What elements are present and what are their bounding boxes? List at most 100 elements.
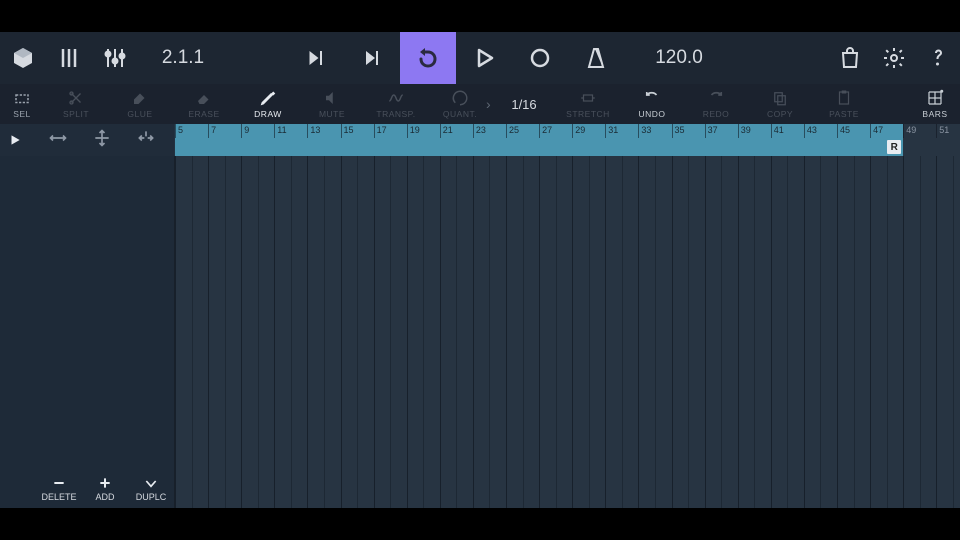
play-icon xyxy=(472,46,496,70)
ruler-tick: 23 xyxy=(473,124,486,138)
record-icon xyxy=(528,46,552,70)
vertical-move-button[interactable] xyxy=(92,128,112,153)
edit-tools xyxy=(30,128,174,153)
tool-redo[interactable]: REDO xyxy=(684,84,748,124)
track-panel: DELETE ADD DUPLC xyxy=(0,124,174,508)
ruler-tick: 45 xyxy=(837,124,850,138)
tool-transpose[interactable]: TRANSP. xyxy=(364,84,428,124)
tool-select-label: SEL xyxy=(13,109,31,119)
fx-button[interactable] xyxy=(92,32,138,84)
delete-track-button[interactable]: DELETE xyxy=(36,475,82,502)
snap-display[interactable]: › 1/16 xyxy=(492,84,556,124)
tempo-display[interactable]: 120.0 xyxy=(624,47,734,69)
ruler-tick: 51 xyxy=(936,124,949,138)
snap-value: 1/16 xyxy=(511,97,536,112)
tool-draw-label: DRAW xyxy=(254,109,282,119)
delete-label: DELETE xyxy=(41,492,76,502)
main-area: DELETE ADD DUPLC 57911131517192123252729… xyxy=(0,124,960,508)
ruler-tick: 49 xyxy=(903,124,916,138)
arrangement-grid[interactable] xyxy=(174,156,960,508)
tool-paste[interactable]: PASTE xyxy=(812,84,876,124)
track-list[interactable] xyxy=(0,156,174,468)
quantize-icon xyxy=(451,89,469,107)
glue-icon xyxy=(131,89,149,107)
play-small-icon xyxy=(8,133,22,147)
home-button[interactable] xyxy=(0,32,46,84)
ruler-tick: 41 xyxy=(771,124,784,138)
tool-mute[interactable]: MUTE xyxy=(300,84,364,124)
arrows-h-icon xyxy=(48,128,68,148)
gear-icon xyxy=(882,46,906,70)
ruler-tick: 25 xyxy=(506,124,519,138)
skip-end-button[interactable] xyxy=(344,32,400,84)
ruler-tick: 27 xyxy=(539,124,552,138)
duplicate-track-button[interactable]: DUPLC xyxy=(128,475,174,502)
settings-button[interactable] xyxy=(872,32,916,84)
tool-split-label: SPLIT xyxy=(63,109,89,119)
position-display[interactable]: 2.1.1 xyxy=(138,47,228,69)
tool-redo-label: REDO xyxy=(703,109,730,119)
skip-start-button[interactable] xyxy=(288,32,344,84)
tool-copy-label: COPY xyxy=(767,109,793,119)
tool-split[interactable]: SPLIT xyxy=(44,84,108,124)
tool-select[interactable]: SEL xyxy=(0,84,44,124)
timeline-ruler[interactable]: 5791113151719212325272931333537394143454… xyxy=(174,124,960,138)
loop-icon xyxy=(416,46,440,70)
top-bar: 2.1.1 120.0 xyxy=(0,32,960,84)
add-track-button[interactable]: ADD xyxy=(82,475,128,502)
tool-bars[interactable]: BARS xyxy=(910,84,960,124)
ruler-tick: 33 xyxy=(638,124,651,138)
help-button[interactable] xyxy=(916,32,960,84)
minus-icon xyxy=(51,475,67,491)
stretch-icon xyxy=(579,89,597,107)
metronome-icon xyxy=(584,46,608,70)
tool-copy[interactable]: COPY xyxy=(748,84,812,124)
tool-mute-label: MUTE xyxy=(319,109,345,119)
arrows-v-icon xyxy=(92,128,112,148)
mixer-icon xyxy=(57,46,81,70)
record-button[interactable] xyxy=(512,32,568,84)
play-button[interactable] xyxy=(456,32,512,84)
tool-draw[interactable]: DRAW xyxy=(236,84,300,124)
copy-icon xyxy=(771,89,789,107)
ruler-tick: 17 xyxy=(374,124,387,138)
hexagon-icon xyxy=(11,46,35,70)
ruler-tick: 15 xyxy=(341,124,354,138)
ruler-tick: 13 xyxy=(307,124,320,138)
selection-icon xyxy=(13,89,31,107)
ruler-tick: 7 xyxy=(208,124,216,138)
scissors-icon xyxy=(67,89,85,107)
preview-play-button[interactable] xyxy=(0,124,30,156)
tool-undo[interactable]: UNDO xyxy=(620,84,684,124)
loop-bar[interactable]: R xyxy=(174,138,960,156)
horizontal-move-button[interactable] xyxy=(48,128,68,153)
skip-previous-icon xyxy=(304,46,328,70)
question-icon xyxy=(926,46,950,70)
ruler-tick: 47 xyxy=(870,124,883,138)
shop-button[interactable] xyxy=(828,32,872,84)
tool-paste-label: PASTE xyxy=(829,109,859,119)
track-actions: DELETE ADD DUPLC xyxy=(0,468,174,508)
ruler-tick: 37 xyxy=(705,124,718,138)
tool-erase-label: ERASE xyxy=(188,109,219,119)
tool-stretch[interactable]: STRETCH xyxy=(556,84,620,124)
tool-glue[interactable]: GLUE xyxy=(108,84,172,124)
eraser-icon xyxy=(195,89,213,107)
add-label: ADD xyxy=(95,492,114,502)
zoom-fit-button[interactable] xyxy=(136,128,156,153)
tool-erase[interactable]: ERASE xyxy=(172,84,236,124)
tool-quantize-label: QUANT. xyxy=(443,109,477,119)
pencil-icon xyxy=(259,89,277,107)
metronome-button[interactable] xyxy=(568,32,624,84)
redo-icon xyxy=(707,89,725,107)
tool-undo-label: UNDO xyxy=(638,109,665,119)
tool-quantize[interactable]: QUANT. xyxy=(428,84,492,124)
mixer-button[interactable] xyxy=(46,32,92,84)
track-header xyxy=(0,124,174,156)
ruler-tick: 29 xyxy=(572,124,585,138)
arrows-out-icon xyxy=(136,128,156,148)
loop-end-marker[interactable]: R xyxy=(887,140,901,154)
loop-button[interactable] xyxy=(400,32,456,84)
ruler-tick: 9 xyxy=(241,124,249,138)
shopping-bag-icon xyxy=(838,46,862,70)
